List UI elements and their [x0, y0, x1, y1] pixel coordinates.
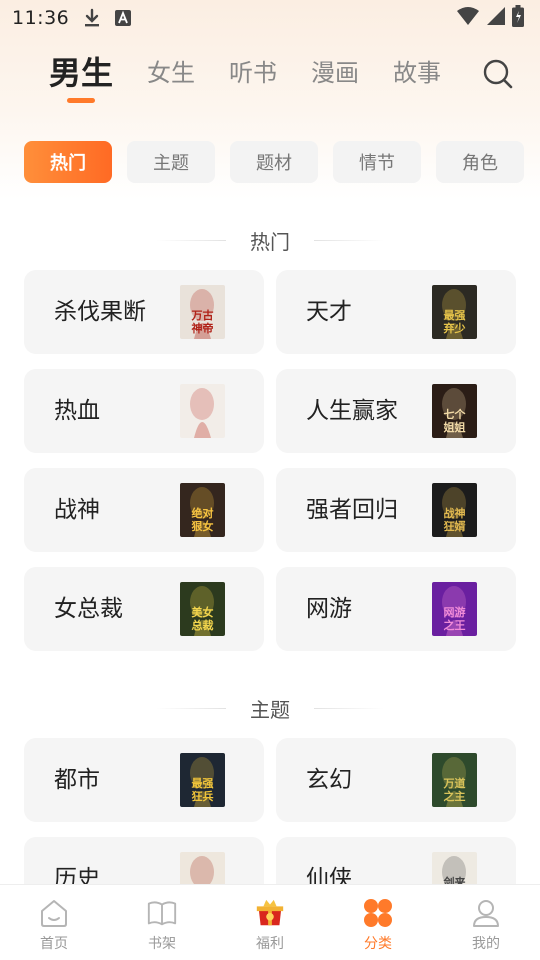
nav-rewards[interactable]: 福利: [216, 885, 324, 960]
category-card[interactable]: 天才 最强 弃少: [276, 270, 516, 354]
wifi-icon: [456, 6, 480, 30]
category-label: 都市: [54, 767, 100, 793]
download-icon: [83, 8, 101, 28]
divider: [156, 239, 226, 241]
tab-stories[interactable]: 故事: [393, 48, 441, 98]
book-cover-image: 七个 姐姐: [432, 384, 477, 438]
category-card[interactable]: 网游 网游 之王: [276, 567, 516, 651]
svg-text:网游: 网游: [444, 605, 466, 619]
chip-subject[interactable]: 题材: [230, 141, 318, 183]
status-bar: 11:36: [0, 0, 540, 36]
svg-text:狠女: 狠女: [192, 519, 214, 533]
category-label: 人生赢家: [306, 398, 398, 424]
svg-text:之王: 之王: [444, 618, 466, 632]
tab-label: 故事: [393, 59, 442, 87]
chip-plot[interactable]: 情节: [333, 141, 421, 183]
category-card[interactable]: 战神 绝对 狠女: [24, 468, 264, 552]
book-cover-image: 万古 神帝: [180, 285, 225, 339]
svg-text:最强: 最强: [444, 309, 466, 322]
top-nav-tabs: 男生 女生 听书 漫画 故事: [0, 48, 540, 108]
bottom-nav: 首页 书架 福利 分类 我的: [0, 884, 540, 960]
category-label: 热血: [54, 398, 100, 424]
category-card[interactable]: 杀伐果断 万古 神帝: [24, 270, 264, 354]
nav-label: 分类: [364, 936, 392, 952]
category-label: 战神: [54, 497, 100, 523]
book-cover-image: 战神 狂婿: [432, 483, 477, 537]
search-button[interactable]: [482, 58, 514, 90]
section-title: 主题: [250, 697, 290, 722]
battery-icon: [512, 5, 524, 31]
section-header-hot: 热门: [0, 225, 540, 255]
category-card[interactable]: 都市 最强 狂兵: [24, 738, 264, 822]
tab-comics[interactable]: 漫画: [311, 48, 359, 98]
chip-theme[interactable]: 主题: [127, 141, 215, 183]
app-notification-icon: [115, 10, 132, 26]
svg-text:七个: 七个: [444, 407, 467, 421]
divider: [314, 707, 384, 709]
category-label: 网游: [306, 596, 352, 622]
profile-icon: [470, 897, 502, 929]
category-card[interactable]: 人生赢家 七个 姐姐: [276, 369, 516, 453]
signal-icon: [486, 6, 506, 30]
svg-text:弃少: 弃少: [443, 321, 466, 335]
tab-audiobook[interactable]: 听书: [229, 48, 277, 98]
svg-text:美女: 美女: [192, 605, 214, 619]
nav-home[interactable]: 首页: [0, 885, 108, 960]
tab-label: 男生: [49, 54, 114, 92]
nav-label: 福利: [256, 936, 284, 952]
svg-text:姐姐: 姐姐: [444, 420, 466, 434]
category-label: 玄幻: [306, 767, 352, 793]
svg-text:万道: 万道: [443, 776, 466, 790]
search-icon: [483, 59, 513, 89]
svg-text:神帝: 神帝: [192, 321, 214, 335]
category-icon: [362, 897, 394, 929]
category-card[interactable]: 女总裁 美女 总裁: [24, 567, 264, 651]
section-header-theme: 主题: [0, 693, 540, 723]
nav-label: 书架: [148, 936, 176, 952]
svg-text:之主: 之主: [444, 789, 466, 803]
home-icon: [38, 897, 70, 929]
svg-text:狂婿: 狂婿: [444, 519, 467, 533]
svg-text:狂兵: 狂兵: [192, 789, 214, 803]
nav-profile[interactable]: 我的: [432, 885, 540, 960]
gift-icon: [254, 897, 286, 929]
bookshelf-icon: [146, 897, 178, 929]
book-cover-image: 绝对 狠女: [180, 483, 225, 537]
tab-male[interactable]: 男生: [49, 48, 114, 103]
nav-label: 首页: [40, 936, 68, 952]
category-label: 强者回归: [306, 497, 398, 523]
divider: [314, 239, 384, 241]
book-cover-image: 万道 之主: [432, 753, 477, 807]
tab-label: 听书: [229, 59, 278, 87]
chip-hot[interactable]: 热门: [24, 141, 112, 183]
book-cover-image: 美女 总裁: [180, 582, 225, 636]
category-label: 杀伐果断: [54, 299, 146, 325]
book-cover-image: 网游 之王: [432, 582, 477, 636]
svg-text:万古: 万古: [191, 308, 214, 322]
nav-label: 我的: [472, 936, 500, 952]
book-cover-image: [180, 384, 225, 438]
svg-text:战神: 战神: [444, 506, 466, 520]
section-title: 热门: [250, 229, 290, 254]
book-cover-image: 最强 狂兵: [180, 753, 225, 807]
active-tab-indicator: [67, 98, 95, 103]
svg-text:最强: 最强: [192, 777, 214, 790]
nav-category[interactable]: 分类: [324, 885, 432, 960]
category-card[interactable]: 热血: [24, 369, 264, 453]
category-card[interactable]: 玄幻 万道 之主: [276, 738, 516, 822]
book-cover-image: 最强 弃少: [432, 285, 477, 339]
category-label: 女总裁: [54, 596, 123, 622]
tab-label: 漫画: [311, 59, 360, 87]
svg-text:总裁: 总裁: [192, 618, 214, 632]
status-time: 11:36: [12, 7, 70, 29]
svg-text:绝对: 绝对: [192, 506, 214, 520]
filter-chips: 热门 主题 题材 情节 角色: [24, 141, 524, 183]
category-label: 天才: [306, 299, 352, 325]
tab-label: 女生: [147, 59, 196, 87]
chip-role[interactable]: 角色: [436, 141, 524, 183]
tab-female[interactable]: 女生: [147, 48, 195, 98]
nav-bookshelf[interactable]: 书架: [108, 885, 216, 960]
category-card[interactable]: 强者回归 战神 狂婿: [276, 468, 516, 552]
divider: [156, 707, 226, 709]
